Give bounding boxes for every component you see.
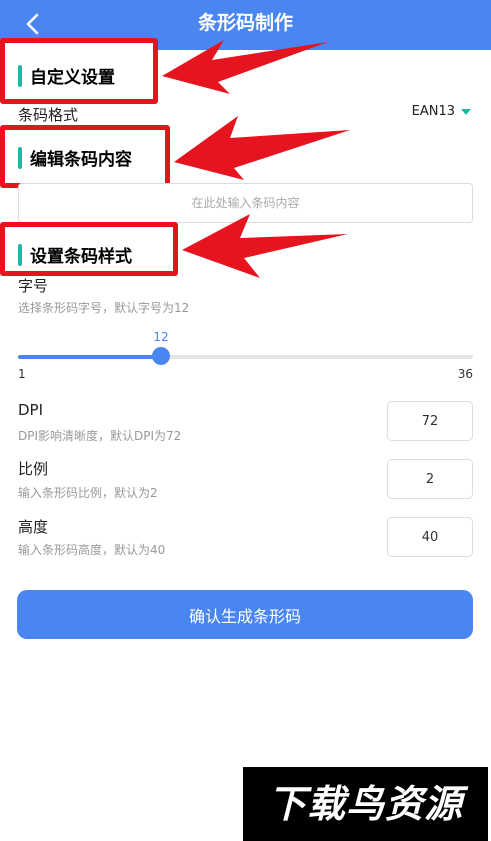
section-title: 编辑条码内容 bbox=[30, 150, 132, 170]
generate-barcode-button[interactable]: 确认生成条形码 bbox=[17, 590, 473, 639]
ratio-label: 比例 bbox=[18, 460, 49, 478]
format-label: 条码格式 bbox=[18, 106, 79, 124]
watermark-logo: 下载鸟资源 bbox=[243, 767, 488, 841]
dpi-label: DPI bbox=[18, 401, 44, 419]
section-bar bbox=[18, 64, 22, 87]
section-bar bbox=[18, 243, 22, 266]
font-size-hint: 选择条形码字号，默认字号为12 bbox=[18, 301, 190, 315]
section-edit-content: 编辑条码内容 bbox=[18, 145, 132, 170]
dpi-input[interactable] bbox=[387, 401, 473, 441]
slider-min-label: 1 bbox=[18, 367, 26, 381]
annotation-arrow-icon bbox=[174, 116, 350, 180]
slider-max-label: 36 bbox=[457, 367, 473, 381]
section-title: 自定义设置 bbox=[30, 68, 115, 88]
height-label: 高度 bbox=[18, 518, 49, 536]
font-size-slider[interactable] bbox=[18, 355, 473, 359]
height-input[interactable] bbox=[387, 517, 473, 557]
height-hint: 输入条形码高度，默认为40 bbox=[18, 543, 166, 557]
slider-fill bbox=[18, 355, 161, 359]
slider-thumb[interactable] bbox=[152, 347, 170, 365]
ratio-hint: 输入条形码比例，默认为2 bbox=[18, 486, 158, 500]
dpi-hint: DPI影响清晰度，默认DPI为72 bbox=[18, 429, 182, 443]
section-custom-settings: 自定义设置 bbox=[18, 63, 115, 88]
annotation-arrow-icon bbox=[162, 40, 328, 94]
caret-down-icon bbox=[461, 108, 471, 115]
annotation-arrow-icon bbox=[182, 214, 348, 278]
format-select[interactable]: EAN13 bbox=[412, 104, 471, 119]
ratio-input[interactable] bbox=[387, 459, 473, 499]
section-title: 设置条码样式 bbox=[30, 247, 132, 267]
section-bar bbox=[18, 146, 22, 169]
format-value: EAN13 bbox=[411, 104, 455, 119]
section-style-settings: 设置条码样式 bbox=[18, 242, 132, 267]
slider-value: 12 bbox=[153, 330, 169, 344]
font-size-label: 字号 bbox=[18, 277, 49, 295]
